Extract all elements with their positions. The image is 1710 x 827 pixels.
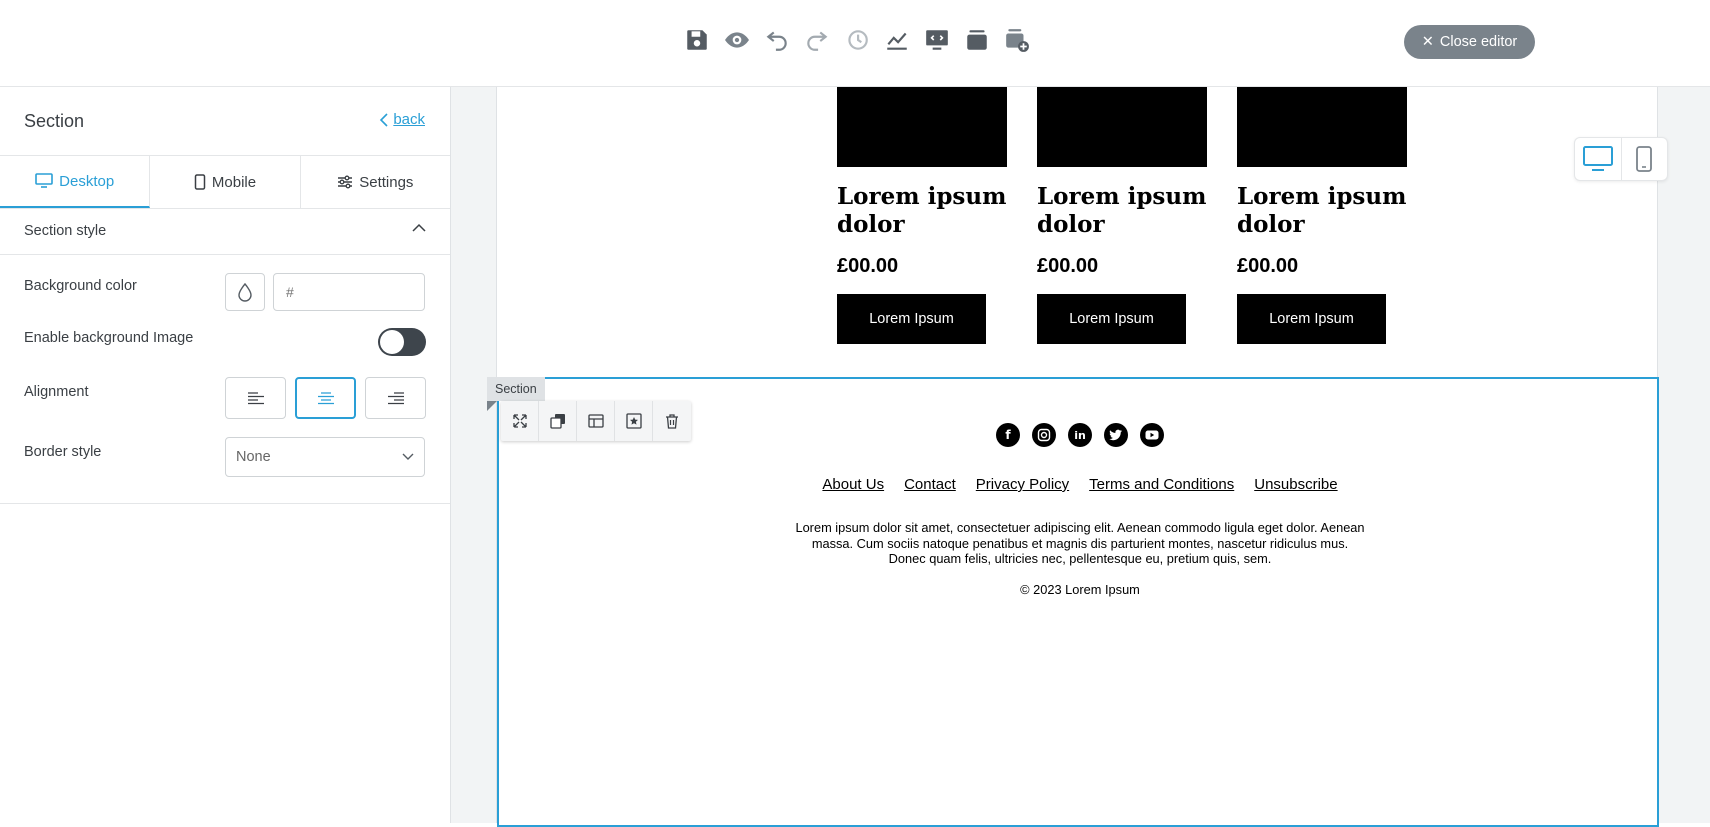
sliders-icon bbox=[338, 175, 353, 189]
product-image[interactable] bbox=[1037, 87, 1207, 167]
footer-link-privacy-policy[interactable]: Privacy Policy bbox=[976, 476, 1069, 493]
footer-link-terms[interactable]: Terms and Conditions bbox=[1089, 476, 1234, 493]
editor-canvas: Lorem ipsum dolor £00.00 Lorem Ipsum Lor… bbox=[451, 87, 1710, 827]
product-card[interactable]: Lorem ipsum dolor £00.00 Lorem Ipsum bbox=[1237, 87, 1407, 344]
section-style-header[interactable]: Section style bbox=[0, 209, 450, 255]
chevron-down-icon bbox=[402, 453, 414, 460]
selected-footer-section[interactable]: Section f in About Us Contact Privacy Po… bbox=[487, 377, 1661, 827]
close-icon: ✕ bbox=[1421, 34, 1434, 50]
section-tag: Section bbox=[487, 377, 545, 401]
device-tabs: Desktop Mobile Settings bbox=[0, 155, 450, 209]
border-style-value: None bbox=[236, 449, 271, 465]
align-center-button[interactable] bbox=[295, 377, 356, 419]
toggle-knob bbox=[380, 330, 404, 354]
chevron-left-icon bbox=[380, 112, 388, 127]
product-name: Lorem ipsum dolor bbox=[1237, 183, 1407, 238]
monitor-code-icon[interactable] bbox=[923, 26, 951, 54]
instagram-icon[interactable] bbox=[1032, 423, 1056, 447]
twitter-icon[interactable] bbox=[1104, 423, 1128, 447]
border-style-label: Border style bbox=[24, 444, 102, 460]
footer-paragraph: Lorem ipsum dolor sit amet, consectetuer… bbox=[795, 520, 1365, 566]
analytics-icon[interactable] bbox=[883, 26, 911, 54]
align-center-icon bbox=[317, 392, 334, 405]
product-card[interactable]: Lorem ipsum dolor £00.00 Lorem Ipsum bbox=[1037, 87, 1207, 344]
product-image[interactable] bbox=[837, 87, 1007, 167]
product-price: £00.00 bbox=[1237, 255, 1299, 277]
undo-icon[interactable] bbox=[763, 26, 791, 54]
mobile-icon bbox=[194, 174, 206, 190]
copyright-text: © 2023 Lorem Ipsum bbox=[1020, 582, 1140, 597]
droplet-icon bbox=[238, 282, 252, 302]
footer-link-about-us[interactable]: About Us bbox=[822, 476, 884, 493]
editor-toolbar: ✕ Close editor bbox=[0, 0, 1710, 87]
footer-links: About Us Contact Privacy Policy Terms an… bbox=[499, 476, 1661, 493]
social-icons-row: f in bbox=[499, 423, 1661, 447]
email-body: Lorem ipsum dolor £00.00 Lorem Ipsum Lor… bbox=[487, 87, 1659, 827]
save-icon[interactable] bbox=[683, 26, 711, 54]
desktop-icon bbox=[1582, 146, 1613, 171]
align-right-button[interactable] bbox=[365, 377, 426, 419]
background-color-input[interactable] bbox=[273, 273, 425, 311]
product-cta-button[interactable]: Lorem Ipsum bbox=[1037, 294, 1186, 344]
color-picker-button[interactable] bbox=[225, 273, 265, 311]
product-name: Lorem ipsum dolor bbox=[837, 183, 1007, 238]
panel-title: Section bbox=[24, 111, 85, 131]
align-left-button[interactable] bbox=[225, 377, 286, 419]
youtube-icon[interactable] bbox=[1140, 423, 1164, 447]
tab-desktop[interactable]: Desktop bbox=[0, 156, 151, 208]
section-style-label: Section style bbox=[24, 223, 107, 239]
close-editor-button[interactable]: ✕ Close editor bbox=[1404, 25, 1535, 59]
panel-divider bbox=[0, 503, 450, 504]
background-color-label: Background color bbox=[24, 278, 137, 294]
product-cta-button[interactable]: Lorem Ipsum bbox=[1237, 294, 1386, 344]
device-preview-switch bbox=[1574, 137, 1668, 181]
chevron-up-icon bbox=[412, 223, 426, 232]
history-icon[interactable] bbox=[843, 26, 871, 54]
border-style-select[interactable]: None bbox=[225, 437, 425, 477]
linkedin-icon[interactable]: in bbox=[1068, 423, 1092, 447]
layers-icon[interactable] bbox=[963, 26, 991, 54]
align-left-icon bbox=[247, 392, 264, 405]
facebook-icon[interactable]: f bbox=[996, 423, 1020, 447]
product-image[interactable] bbox=[1237, 87, 1407, 167]
alignment-group bbox=[225, 377, 426, 419]
redo-icon[interactable] bbox=[803, 26, 831, 54]
product-name: Lorem ipsum dolor bbox=[1037, 183, 1207, 238]
mobile-preview-button[interactable] bbox=[1622, 138, 1668, 180]
background-image-toggle[interactable] bbox=[378, 328, 426, 356]
toolbar-icons bbox=[683, 26, 1031, 54]
align-right-icon bbox=[387, 392, 404, 405]
enable-background-image-label: Enable background Image bbox=[24, 330, 194, 346]
add-block-icon[interactable] bbox=[1003, 26, 1031, 54]
product-price: £00.00 bbox=[837, 255, 899, 277]
footer-link-unsubscribe[interactable]: Unsubscribe bbox=[1254, 476, 1337, 493]
alignment-label: Alignment bbox=[24, 384, 89, 400]
footer-link-contact[interactable]: Contact bbox=[904, 476, 956, 493]
mobile-icon bbox=[1636, 146, 1653, 172]
preview-icon[interactable] bbox=[723, 26, 751, 54]
tab-settings[interactable]: Settings bbox=[301, 156, 450, 208]
section-settings-panel: Section back Desktop Mobile Settings Sec… bbox=[0, 87, 451, 823]
product-cta-button[interactable]: Lorem Ipsum bbox=[837, 294, 986, 344]
tab-mobile[interactable]: Mobile bbox=[150, 156, 301, 208]
desktop-preview-button[interactable] bbox=[1575, 138, 1622, 180]
section-tag-pointer bbox=[487, 401, 497, 411]
back-link[interactable]: back bbox=[379, 111, 425, 128]
desktop-icon bbox=[35, 173, 53, 188]
product-card[interactable]: Lorem ipsum dolor £00.00 Lorem Ipsum bbox=[837, 87, 1007, 344]
product-price: £00.00 bbox=[1037, 255, 1099, 277]
